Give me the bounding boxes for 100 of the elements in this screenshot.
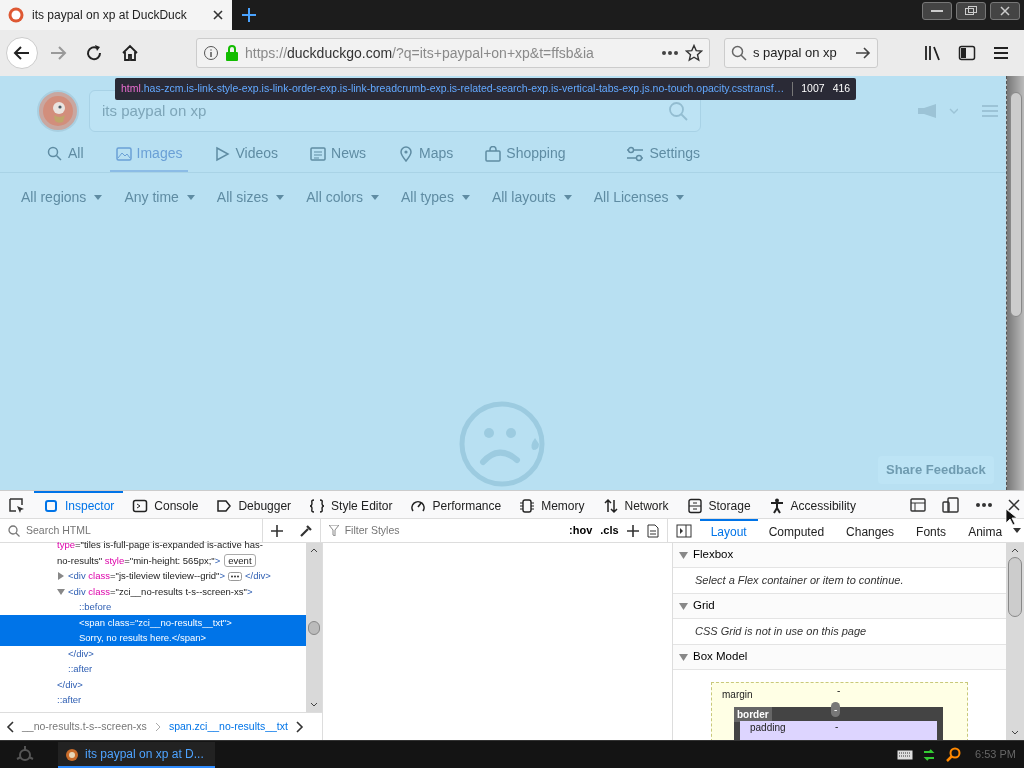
scrollbar[interactable] bbox=[1006, 543, 1024, 740]
section-header[interactable]: Grid bbox=[673, 594, 1006, 619]
keyboard-icon[interactable] bbox=[897, 749, 914, 760]
eyedropper-icon[interactable] bbox=[298, 523, 313, 538]
section-header[interactable]: Box Model bbox=[673, 645, 1006, 670]
scroll-down-icon bbox=[1011, 730, 1019, 736]
markup-line[interactable]: </div> bbox=[0, 676, 306, 692]
restore-button[interactable] bbox=[956, 2, 986, 20]
sidebar-tab[interactable]: Changes bbox=[835, 519, 906, 542]
close-icon[interactable] bbox=[1008, 498, 1020, 511]
toggle-button[interactable]: .cls bbox=[600, 522, 619, 539]
search-icon bbox=[8, 524, 20, 537]
caret-icon bbox=[461, 195, 470, 200]
braces-icon bbox=[309, 497, 326, 514]
search-icon[interactable] bbox=[945, 746, 962, 763]
devtools-tab[interactable]: Accessibility bbox=[759, 491, 865, 518]
new-tab-icon[interactable] bbox=[240, 6, 258, 24]
star-icon[interactable] bbox=[685, 44, 703, 62]
url-field[interactable]: https://duckduckgo.com/?q=its+paypal+on+xp&t=ffsb&ia bbox=[196, 38, 710, 68]
breadcrumb[interactable]: __no-results.t-s--screen-xs bbox=[22, 718, 147, 735]
storage-icon bbox=[686, 497, 703, 514]
sidebar-tab[interactable]: Anima bbox=[957, 519, 1010, 542]
caret-icon[interactable] bbox=[1013, 528, 1021, 533]
scrollbar[interactable] bbox=[306, 543, 322, 712]
taskbar-button[interactable]: its paypal on xp at D... bbox=[58, 741, 215, 768]
section-header[interactable]: Flexbox bbox=[673, 543, 1006, 568]
caret-icon bbox=[276, 195, 285, 200]
responsive-icon[interactable] bbox=[942, 496, 960, 513]
close-icon[interactable] bbox=[212, 9, 224, 21]
markup-line[interactable]: <div class="zci__no-results t-s--screen-xs"> bbox=[0, 583, 306, 599]
devtools-tab[interactable]: Network bbox=[593, 491, 678, 518]
chevron-right-icon[interactable] bbox=[295, 720, 304, 733]
caret-icon bbox=[563, 195, 572, 200]
devtools-tab[interactable]: Performance bbox=[401, 491, 511, 518]
caret-icon bbox=[371, 195, 379, 200]
sidebar-icon[interactable] bbox=[958, 44, 976, 62]
reload-icon bbox=[85, 44, 103, 62]
library-icon[interactable] bbox=[924, 44, 942, 62]
devtools-tab[interactable]: Memory bbox=[510, 491, 594, 518]
width-value: 1007 bbox=[801, 81, 825, 97]
filter-field[interactable]: Filter Styles bbox=[342, 521, 523, 540]
expanded-icon[interactable] bbox=[57, 588, 65, 596]
forward-arrow-icon bbox=[49, 44, 67, 62]
markup-line[interactable]: type="tiles is-full-page is-expanded is-active has- bbox=[0, 537, 306, 553]
markup-line[interactable]: <div class="js-tileview tileview--grid"> </div> bbox=[0, 568, 306, 584]
caret-icon bbox=[186, 195, 195, 200]
devtools-tab[interactable]: Console bbox=[123, 491, 208, 518]
markup-line[interactable]: ::after bbox=[0, 692, 306, 708]
devtools-tab[interactable]: Style Editor bbox=[300, 491, 402, 518]
caret-icon bbox=[94, 195, 103, 200]
back-arrow-icon bbox=[13, 44, 31, 62]
scroll-up-icon bbox=[1011, 547, 1019, 553]
sidebar-tab[interactable]: Fonts bbox=[905, 519, 958, 542]
more-icon[interactable] bbox=[661, 50, 679, 56]
scrollbar-thumb[interactable] bbox=[1008, 557, 1022, 617]
ellipsis-icon[interactable] bbox=[228, 572, 242, 581]
box-label: margin bbox=[722, 688, 753, 702]
search-field[interactable]: Search HTML bbox=[24, 521, 224, 540]
play-icon bbox=[214, 145, 231, 162]
scroll-down-icon bbox=[310, 702, 318, 708]
newspaper-icon bbox=[310, 145, 327, 162]
devtools-tab[interactable]: Storage bbox=[677, 491, 760, 518]
scrollbar[interactable] bbox=[1006, 76, 1024, 490]
plus-icon[interactable] bbox=[626, 524, 639, 537]
more-icon[interactable] bbox=[976, 502, 992, 507]
console-icon bbox=[132, 497, 149, 514]
lock-icon bbox=[225, 45, 239, 61]
panel-toggle-icon[interactable] bbox=[675, 523, 692, 538]
scrollbar-thumb[interactable] bbox=[308, 620, 320, 635]
markup-line[interactable]: ::after bbox=[0, 661, 306, 677]
scroll-up-icon bbox=[310, 547, 318, 553]
sidebar-tab[interactable]: Computed bbox=[757, 519, 836, 542]
document-icon[interactable] bbox=[646, 523, 659, 538]
close-button[interactable] bbox=[990, 2, 1020, 20]
devtools-tab[interactable]: Debugger bbox=[207, 491, 301, 518]
chevron-left-icon[interactable] bbox=[6, 720, 14, 733]
chip-icon bbox=[519, 497, 536, 514]
plus-icon[interactable] bbox=[270, 524, 283, 537]
toggle-button[interactable]: :hov bbox=[569, 522, 593, 539]
shopping-bag-icon bbox=[485, 145, 502, 162]
devtools-tab[interactable]: Inspector bbox=[34, 491, 124, 518]
scrollbar-thumb[interactable] bbox=[1009, 92, 1022, 317]
markup-line[interactable]: no-results" style="min-height: 565px;"> event bbox=[0, 552, 306, 568]
go-arrow-icon[interactable] bbox=[855, 45, 871, 61]
markup-line[interactable]: ::before bbox=[0, 599, 306, 615]
menu-icon[interactable] bbox=[992, 44, 1010, 62]
breadcrumb[interactable]: span.zci__no-results__txt bbox=[168, 718, 288, 735]
box-value: - bbox=[835, 720, 839, 734]
markup-line[interactable]: </div> bbox=[0, 645, 306, 661]
dock-icon[interactable] bbox=[910, 496, 926, 513]
info-icon[interactable] bbox=[203, 45, 219, 61]
minimize-button[interactable] bbox=[922, 2, 952, 20]
filter-icon bbox=[328, 525, 339, 536]
sliders-icon bbox=[626, 145, 645, 162]
collapsed-icon[interactable] bbox=[57, 572, 65, 581]
browser-tab[interactable]: its paypal on xp at DuckDuck bbox=[0, 0, 232, 30]
event-badge[interactable]: event bbox=[224, 553, 256, 567]
close-icon bbox=[1000, 6, 1010, 16]
search-field[interactable]: s paypal on xp bbox=[724, 38, 878, 68]
back-button[interactable] bbox=[6, 37, 38, 69]
